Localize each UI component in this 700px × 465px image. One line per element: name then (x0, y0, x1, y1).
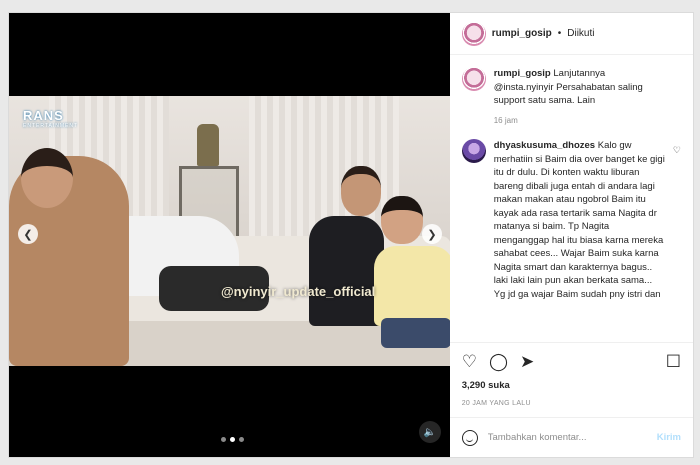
tv-logo-text: RANS (23, 108, 64, 123)
comment-text: Kalo gw merhatiin si Baim dia over bange… (493, 140, 665, 300)
comments-list: rumpi_gosip Lanjutannya @insta.nyinyir P… (450, 55, 693, 342)
caption: rumpi_gosip Lanjutannya @insta.nyinyir P… (461, 67, 683, 127)
heart-icon[interactable]: ♡ (462, 352, 477, 372)
carousel-dot (239, 437, 244, 442)
separator: • (557, 28, 562, 39)
post-sidebar: rumpi_gosip • Diikuti rumpi_gosip Lanjut… (449, 13, 693, 457)
post-header: rumpi_gosip • Diikuti (449, 13, 693, 55)
comment-avatar[interactable] (461, 139, 486, 163)
carousel-dot (221, 437, 226, 442)
tv-logo: RANS ENTERTAINMENT (23, 108, 78, 129)
comment-body: dhyaskusuma_dhozes Kalo gw merhatiin si … (494, 139, 666, 301)
person-boy-shorts (381, 318, 450, 348)
video-player[interactable]: RANS ENTERTAINMENT @nyinyir_update_offic… (9, 96, 450, 366)
person-boy-head (381, 196, 423, 244)
media-panel: RANS ENTERTAINMENT @nyinyir_update_offic… (9, 13, 450, 457)
carousel-dot-active (230, 437, 235, 442)
statue (197, 124, 219, 166)
emoji-icon[interactable] (461, 429, 478, 446)
heart-icon[interactable]: ♡ (673, 145, 681, 156)
share-icon[interactable]: ➤ (520, 352, 534, 372)
action-bar: ♡ ◯ ➤ ☐ (449, 342, 693, 380)
caption-body: rumpi_gosip Lanjutannya @insta.nyinyir P… (494, 67, 666, 127)
follow-status-button[interactable]: Diikuti (567, 28, 594, 39)
previous-slide-button[interactable]: ❮ (18, 224, 38, 244)
next-slide-button[interactable]: ❯ (422, 224, 442, 244)
speaker-icon: 🔈 (423, 426, 437, 438)
tv-logo-sub: ENTERTAINMENT (23, 123, 79, 129)
person-man-black-shirt (309, 216, 384, 326)
post-username[interactable]: rumpi_gosip (492, 28, 552, 39)
person-man-head (341, 166, 381, 216)
person-boy (374, 246, 450, 326)
comment-icon[interactable]: ◯ (489, 352, 508, 372)
likes-count[interactable]: 3,290 suka (450, 380, 693, 396)
post-modal: RANS ENTERTAINMENT @nyinyir_update_offic… (8, 12, 694, 458)
chevron-left-icon: ❮ (23, 228, 33, 241)
caption-avatar[interactable] (461, 67, 486, 91)
person-woman-head (21, 148, 73, 208)
mute-button[interactable]: 🔈 (419, 421, 441, 443)
send-button[interactable]: Kirim (657, 432, 681, 443)
chevron-right-icon: ❯ (427, 228, 437, 241)
comment-username[interactable]: dhyaskusuma_dhozes (494, 140, 595, 151)
caption-username[interactable]: rumpi_gosip (494, 68, 551, 79)
comment-input[interactable] (487, 432, 647, 443)
carousel-dots (221, 437, 244, 442)
bookmark-icon[interactable]: ☐ (666, 352, 681, 372)
list-item: dhyaskusuma_dhozes Kalo gw merhatiin si … (461, 139, 683, 301)
avatar[interactable] (461, 21, 486, 46)
video-watermark: @nyinyir_update_official (221, 284, 376, 299)
caption-time[interactable]: 16 jam (494, 114, 666, 128)
post-date[interactable]: 20 JAM YANG LALU (450, 396, 693, 417)
comment-box: Kirim (449, 417, 693, 457)
